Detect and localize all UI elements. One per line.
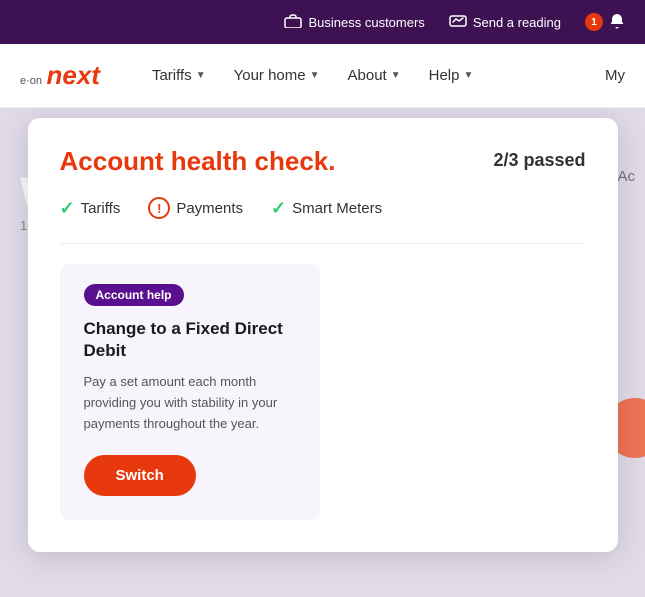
business-customers-link[interactable]: Business customers — [284, 14, 424, 31]
switch-button[interactable]: Switch — [84, 455, 196, 496]
modal-overlay: Account health check. 2/3 passed ✓ Tarif… — [0, 108, 645, 597]
account-help-card: Account help Change to a Fixed Direct De… — [60, 264, 320, 520]
modal-title: Account health check. — [60, 146, 336, 177]
send-reading-link[interactable]: Send a reading — [449, 14, 561, 31]
card-title: Change to a Fixed Direct Debit — [84, 318, 296, 362]
modal-score: 2/3 passed — [493, 150, 585, 171]
meter-icon — [449, 14, 467, 31]
business-customers-label: Business customers — [308, 15, 424, 30]
help-label: Help — [429, 67, 460, 84]
notification-badge: 1 — [585, 13, 603, 31]
tariffs-label: Tariffs — [152, 67, 192, 84]
logo-brand: e·on — [20, 75, 42, 87]
modal-header: Account health check. 2/3 passed — [60, 146, 586, 177]
tariffs-chevron-icon: ▼ — [196, 70, 206, 81]
nav-bar: e·on next Tariffs ▼ Your home ▼ About ▼ … — [0, 44, 645, 108]
modal-divider — [60, 243, 586, 244]
logo-next: next — [46, 60, 99, 90]
card-badge: Account help — [84, 284, 184, 306]
check-tariffs-label: Tariffs — [81, 200, 121, 217]
check-payments-label: Payments — [176, 200, 243, 217]
check-green-icon-2: ✓ — [271, 198, 286, 219]
about-chevron-icon: ▼ — [391, 70, 401, 81]
send-reading-label: Send a reading — [473, 15, 561, 30]
check-green-icon: ✓ — [60, 198, 75, 219]
check-tariffs: ✓ Tariffs — [60, 198, 121, 219]
nav-about[interactable]: About ▼ — [336, 59, 413, 92]
nav-items: Tariffs ▼ Your home ▼ About ▼ Help ▼ — [140, 59, 605, 92]
logo[interactable]: e·on next — [20, 62, 100, 89]
warning-icon: ! — [148, 197, 170, 219]
check-payments: ! Payments — [148, 197, 243, 219]
check-smart-meters: ✓ Smart Meters — [271, 198, 382, 219]
my-label: My — [605, 67, 625, 84]
notification-link[interactable]: 1 — [585, 13, 625, 32]
your-home-chevron-icon: ▼ — [310, 70, 320, 81]
top-bar: Business customers Send a reading 1 — [0, 0, 645, 44]
nav-help[interactable]: Help ▼ — [417, 59, 486, 92]
nav-your-home[interactable]: Your home ▼ — [222, 59, 332, 92]
briefcase-icon — [284, 14, 302, 31]
modal-checks: ✓ Tariffs ! Payments ✓ Smart Meters — [60, 197, 586, 219]
card-description: Pay a set amount each month providing yo… — [84, 372, 296, 434]
nav-my[interactable]: My — [605, 67, 625, 84]
bell-icon — [609, 13, 625, 32]
page-background: Wo… 192 G Ac t paympaymement iss afteris… — [0, 108, 645, 597]
nav-tariffs[interactable]: Tariffs ▼ — [140, 59, 218, 92]
account-health-modal: Account health check. 2/3 passed ✓ Tarif… — [28, 118, 618, 552]
help-chevron-icon: ▼ — [463, 70, 473, 81]
check-smart-meters-label: Smart Meters — [292, 200, 382, 217]
your-home-label: Your home — [234, 67, 306, 84]
about-label: About — [348, 67, 387, 84]
